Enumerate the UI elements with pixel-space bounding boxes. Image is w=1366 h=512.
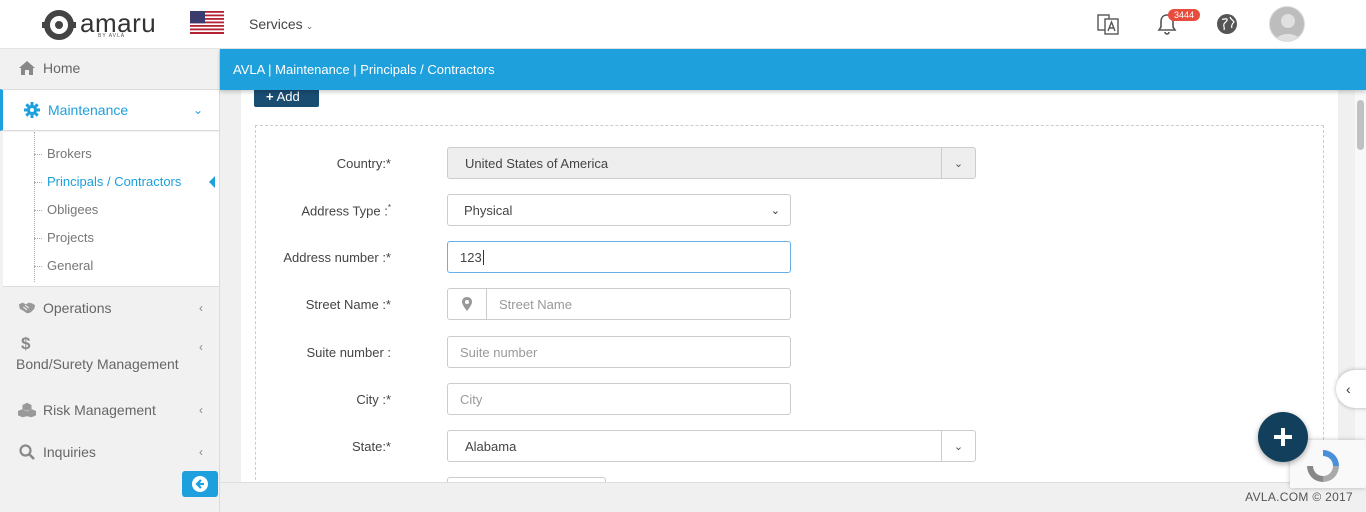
submenu-tick: [34, 210, 42, 211]
sidebar-item-label: Maintenance: [48, 102, 129, 118]
collapse-sidebar-button[interactable]: [182, 471, 218, 497]
country-select[interactable]: United States of America ⌄: [447, 147, 976, 179]
gear-icon: [23, 102, 41, 118]
cubes-icon: [18, 402, 36, 418]
floating-add-button[interactable]: [1258, 412, 1308, 462]
active-indicator-arrow: [209, 176, 215, 188]
submenu-tick: [34, 182, 42, 183]
address-type-label: Address Type :*: [301, 203, 391, 218]
chevron-down-icon: ⌄: [941, 148, 975, 178]
logo-mark-icon: [42, 10, 76, 40]
suite-number-label: Suite number :: [306, 345, 391, 360]
suite-number-placeholder: Suite number: [460, 344, 538, 360]
right-panel-toggle[interactable]: ‹: [1336, 370, 1366, 408]
state-value: Alabama: [465, 438, 517, 454]
sidebar-item-label: Inquiries: [43, 444, 96, 460]
logo-subtitle: BY AVLA: [98, 33, 126, 39]
arrow-circle-left-icon: [192, 476, 208, 492]
submenu-tick: [34, 266, 42, 267]
chevron-left-icon: ‹: [199, 403, 203, 417]
street-name-label: Street Name :*: [305, 297, 391, 312]
chevron-down-icon: ⌄: [770, 204, 780, 217]
breadcrumb: AVLA | Maintenance | Principals / Contra…: [233, 62, 495, 77]
city-label: City :*: [356, 392, 391, 407]
chevron-left-icon: ‹: [199, 445, 203, 459]
sidebar-item-inquiries[interactable]: Inquiries ‹: [0, 438, 219, 466]
sidebar-item-risk-management[interactable]: Risk Management ‹: [0, 396, 219, 424]
globe-icon[interactable]: [1215, 12, 1239, 36]
footer: AVLA.COM © 2017: [220, 482, 1366, 512]
required-marker: *: [387, 203, 391, 212]
sidebar-item-home[interactable]: Home: [0, 49, 219, 87]
chevron-down-icon: ⌄: [305, 21, 314, 31]
plus-icon: [1274, 428, 1292, 446]
address-type-value: Physical: [464, 202, 513, 218]
main-content: + Add Country:* United States of America …: [241, 90, 1338, 482]
suite-number-input[interactable]: Suite number: [447, 336, 791, 368]
text-cursor: [482, 249, 484, 265]
address-type-label-text: Address Type :: [301, 203, 388, 219]
search-icon: [18, 444, 36, 460]
submenu-item-obligees[interactable]: Obligees: [47, 202, 98, 217]
services-label: Services: [249, 16, 303, 32]
street-name-placeholder: Street Name: [499, 296, 572, 312]
scrollbar-thumb[interactable]: [1357, 100, 1364, 150]
country-value: United States of America: [465, 155, 609, 171]
city-input[interactable]: City: [447, 383, 791, 415]
notification-badge: 3444: [1168, 9, 1201, 21]
submenu-item-general[interactable]: General: [47, 258, 93, 273]
sidebar-item-label: Operations: [43, 300, 112, 316]
plus-icon: +: [266, 90, 274, 104]
address-number-value: 123: [460, 249, 482, 265]
sidebar-item-label: Home: [43, 60, 81, 76]
services-menu[interactable]: Services ⌄: [249, 16, 313, 32]
submenu-tick: [34, 154, 42, 155]
translate-icon[interactable]: [1096, 12, 1120, 36]
chevron-down-icon: ⌄: [941, 431, 975, 461]
address-number-label: Address number :*: [283, 250, 391, 265]
sidebar-item-bond-surety[interactable]: $ Bond/Surety Management ‹: [0, 334, 219, 379]
submenu-item-brokers[interactable]: Brokers: [47, 146, 92, 161]
street-name-input[interactable]: Street Name: [487, 288, 791, 320]
city-placeholder: City: [460, 391, 483, 407]
submenu-item-projects[interactable]: Projects: [47, 230, 94, 245]
home-icon: [18, 61, 36, 75]
maintenance-submenu: Brokers Principals / Contractors Obligee…: [3, 132, 219, 287]
sidebar-item-operations[interactable]: Operations ‹: [0, 294, 219, 322]
sidebar-item-maintenance[interactable]: Maintenance ⌄: [0, 89, 219, 131]
sidebar: Home Maintenance ⌄ Brokers Principals / …: [0, 49, 220, 512]
footer-copyright: AVLA.COM © 2017: [1245, 490, 1353, 504]
street-name-group: Street Name: [447, 288, 791, 320]
handshake-icon: [18, 301, 36, 315]
address-form: Country:* United States of America ⌄ Add…: [255, 125, 1324, 482]
address-number-input[interactable]: 123: [447, 241, 791, 273]
recaptcha-icon: [1307, 450, 1339, 482]
country-label: Country:*: [336, 156, 391, 171]
us-flag-icon[interactable]: [190, 11, 224, 34]
chevron-left-icon: ‹: [199, 301, 203, 315]
dollar-icon: $: [21, 334, 31, 353]
sidebar-item-label: Risk Management: [43, 402, 156, 418]
top-header: amaru BY AVLA Services ⌄ 3444: [0, 0, 1366, 49]
state-select[interactable]: Alabama ⌄: [447, 430, 976, 462]
add-button[interactable]: + Add: [254, 90, 319, 107]
sidebar-item-label: Bond/Surety Management: [16, 356, 179, 372]
add-button-label: Add: [276, 90, 300, 104]
submenu-tick: [34, 238, 42, 239]
chevron-left-icon: ‹: [1346, 381, 1351, 397]
user-silhouette-icon: [1274, 14, 1302, 41]
chevron-left-icon: ‹: [199, 340, 203, 354]
chevron-down-icon: ⌄: [192, 103, 203, 117]
submenu-item-principals-contractors[interactable]: Principals / Contractors: [47, 174, 181, 189]
user-avatar[interactable]: [1269, 6, 1305, 42]
address-type-select[interactable]: Physical ⌄: [447, 194, 791, 226]
map-marker-icon: [447, 288, 487, 320]
breadcrumb-bar: AVLA | Maintenance | Principals / Contra…: [220, 49, 1366, 90]
state-label: State:*: [351, 439, 391, 454]
